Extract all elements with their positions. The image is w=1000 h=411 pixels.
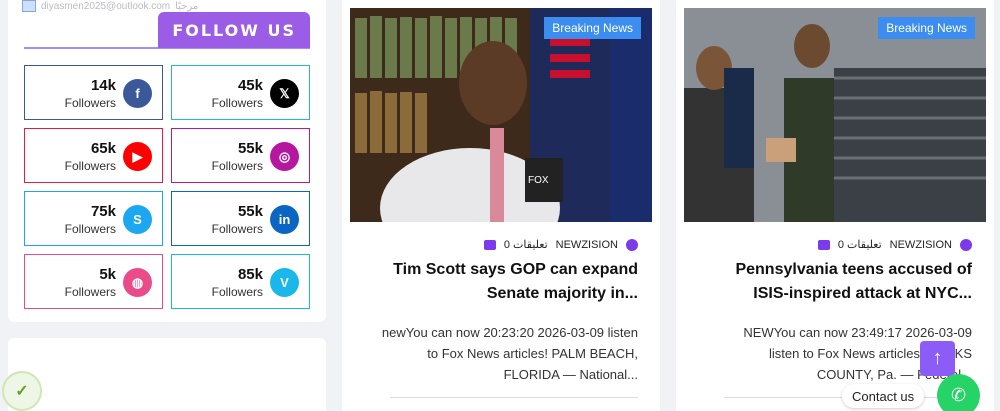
sidebar-widget-2 (8, 338, 326, 411)
comment-icon (817, 239, 830, 250)
follower-count: 65k (90, 140, 116, 157)
youtube-icon[interactable]: ▶ (123, 142, 152, 171)
article-title[interactable]: Pennsylvania teens accused of ISIS-inspi… (702, 258, 972, 306)
author-name[interactable]: NEWZISION (556, 239, 618, 251)
social-card-facebook[interactable]: 14k Followers f (24, 65, 163, 120)
followers-label: Followers (64, 96, 116, 110)
followers-label: Followers (211, 285, 263, 299)
skype-icon[interactable]: S (123, 205, 152, 234)
social-card-instagram[interactable]: 55k Followers ◎ (171, 128, 310, 183)
social-card-vimeo[interactable]: 85k Followers V (171, 254, 310, 309)
followers-label: Followers (211, 222, 263, 236)
follower-count: 85k (237, 266, 263, 283)
divider (390, 397, 638, 398)
article-card[interactable]: FOX Breaking News 0 تعليقات NEWZISION Ti… (342, 0, 660, 411)
follower-count: 55k (237, 203, 263, 220)
follow-us-header: FOLLOW US (24, 12, 310, 49)
instagram-icon[interactable]: ◎ (270, 142, 299, 171)
followers-label: Followers (211, 159, 263, 173)
whatsapp-icon[interactable]: ✆ (937, 374, 980, 411)
follower-count: 45k (237, 77, 263, 94)
x-icon[interactable]: 𝕏 (270, 79, 299, 108)
vimeo-icon[interactable]: V (270, 268, 299, 297)
followers-label: Followers (64, 285, 116, 299)
follower-count: 14k (90, 77, 116, 94)
article-thumbnail[interactable]: FOX Breaking News (350, 8, 652, 222)
comments-count[interactable]: 0 تعليقات (504, 238, 548, 251)
social-card-x[interactable]: 45k Followers 𝕏 (171, 65, 310, 120)
followers-label: Followers (64, 159, 116, 173)
welcome-text: مرحبًا (175, 0, 199, 12)
article-meta: 0 تعليقات NEWZISION (817, 238, 972, 251)
follower-count: 55k (237, 140, 263, 157)
scroll-to-top-button[interactable]: ↑ (920, 341, 955, 376)
user-email: diyasmen2025@outlook.com (41, 0, 171, 12)
pennsylvania-teens-photo (684, 8, 986, 222)
comment-icon (483, 239, 496, 250)
breaking-news-badge[interactable]: Breaking News (878, 17, 975, 39)
user-icon (626, 238, 638, 251)
follower-count: 5k (99, 266, 116, 283)
breaking-news-badge[interactable]: Breaking News (544, 17, 641, 39)
avatar-icon (22, 0, 36, 12)
user-email-row: diyasmen2025@outlook.com مرحبًا (22, 0, 198, 12)
linkedin-icon[interactable]: in (270, 205, 299, 234)
comments-count[interactable]: 0 تعليقات (838, 238, 882, 251)
svg-text:FOX: FOX (528, 175, 549, 186)
follow-us-title: FOLLOW US (158, 12, 310, 48)
contact-us-label[interactable]: Contact us (842, 384, 925, 408)
tim-scott-photo: FOX (350, 8, 652, 222)
social-card-skype[interactable]: 75k Followers S (24, 191, 163, 246)
article-excerpt: newYou can now 20:23:20 2026-03-09 liste… (381, 325, 638, 382)
facebook-icon[interactable]: f (123, 79, 152, 108)
site-logo-badge[interactable]: ✓ (2, 371, 42, 411)
article-meta: 0 تعليقات NEWZISION (483, 238, 638, 251)
social-card-youtube[interactable]: 65k Followers ▶ (24, 128, 163, 183)
social-card-linkedin[interactable]: 55k Followers in (171, 191, 310, 246)
dribbble-icon[interactable]: ◍ (123, 268, 152, 297)
social-grid: 14k Followers f 45k Followers 𝕏 65k Followers ▶ 5… (24, 65, 310, 309)
followers-label: Followers (211, 96, 263, 110)
author-name[interactable]: NEWZISION (890, 239, 952, 251)
follower-count: 75k (90, 203, 116, 220)
article-title[interactable]: Tim Scott says GOP can expand Senate maj… (368, 258, 638, 306)
social-card-dribbble[interactable]: 5k Followers ◍ (24, 254, 163, 309)
user-icon (960, 238, 972, 251)
article-thumbnail[interactable]: Breaking News (684, 8, 986, 222)
followers-label: Followers (64, 222, 116, 236)
